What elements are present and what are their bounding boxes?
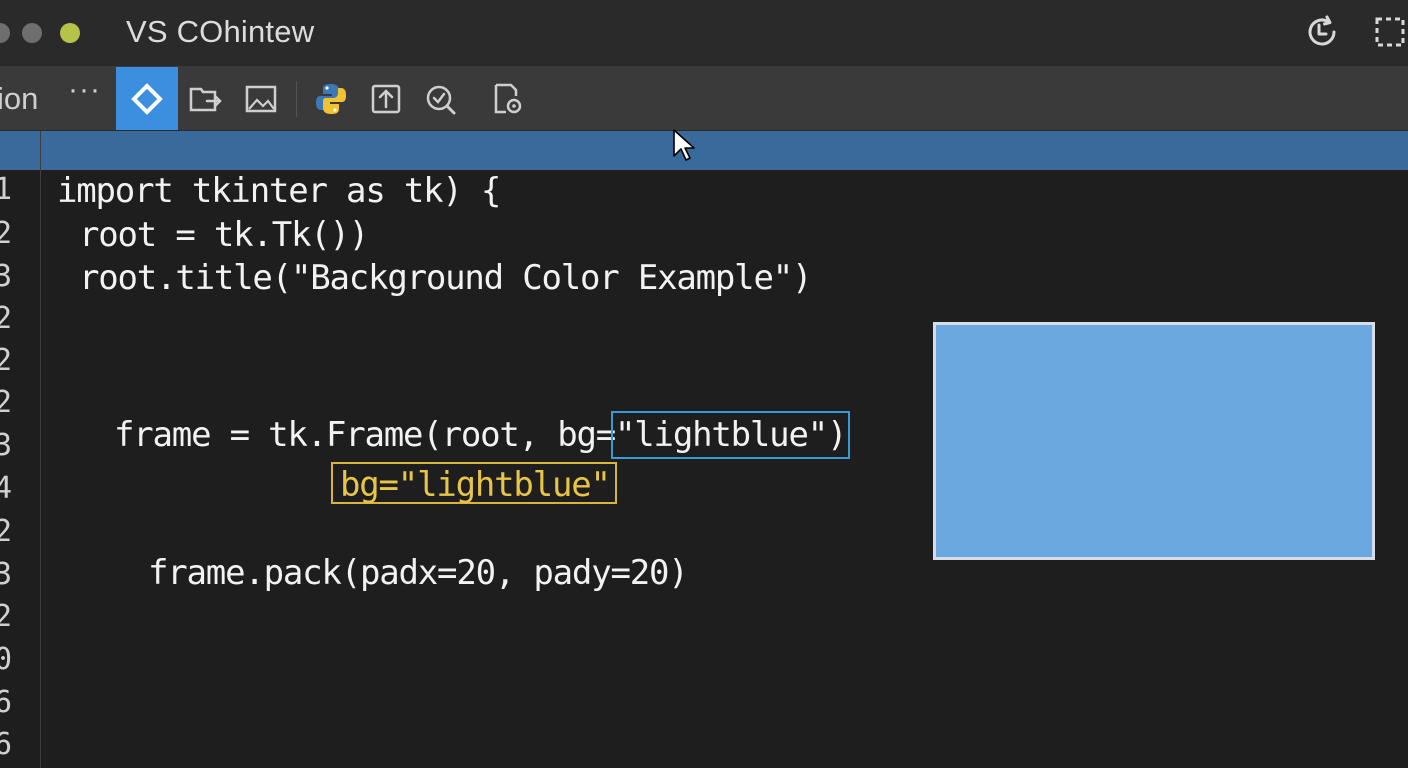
active-line-highlight <box>0 131 1408 170</box>
code-line-pack[interactable]: frame.pack(padx=20, pady=20) <box>148 553 689 593</box>
line-number: 3 <box>0 259 13 294</box>
search-refresh-icon[interactable] <box>410 67 472 130</box>
image-frame-icon[interactable] <box>230 67 292 130</box>
selection-frame-icon[interactable] <box>1372 14 1408 50</box>
gutter-divider <box>40 131 41 768</box>
export-folder-icon[interactable] <box>174 67 236 130</box>
inline-hint-text: bg="lightblue" <box>340 465 611 505</box>
line-number: 2 <box>0 385 13 420</box>
upload-icon[interactable] <box>355 67 417 130</box>
line-number: 6 <box>0 727 13 762</box>
line-number: 2 <box>0 301 13 336</box>
line-number: 3 <box>0 557 13 592</box>
toolbar: ion ··· <box>0 67 1408 131</box>
selected-bg-value[interactable]: "lightblue") <box>611 411 851 459</box>
toolbar-divider <box>296 81 297 117</box>
history-icon[interactable] <box>1304 14 1340 50</box>
line-number: 4 <box>0 471 13 506</box>
maximize-window-button[interactable] <box>60 23 80 43</box>
inline-hint-box: bg="lightblue" <box>331 462 617 505</box>
line-number: 2 <box>0 514 13 549</box>
line-number: 2 <box>0 216 13 251</box>
window-title: VS COhintew <box>126 14 315 49</box>
close-window-button[interactable] <box>0 23 10 43</box>
lightblue-frame-preview <box>933 322 1375 560</box>
code-frame-prefix: frame = tk.Frame(root, bg= <box>114 415 616 455</box>
diamond-icon[interactable] <box>116 67 178 130</box>
code-line-root[interactable]: root = tk.Tk()) <box>79 215 369 255</box>
minimize-window-button[interactable] <box>22 23 42 43</box>
python-icon[interactable] <box>300 67 362 130</box>
line-number: 2 <box>0 599 13 634</box>
document-settings-icon[interactable] <box>476 67 538 130</box>
code-line-title[interactable]: root.title("Background Color Example") <box>79 258 812 298</box>
mouse-pointer-icon <box>672 128 696 164</box>
code-line-frame[interactable]: frame = tk.Frame(root, bg="lightblue") <box>114 411 851 459</box>
code-line-import[interactable]: import tkinter as tk) { <box>57 171 501 211</box>
toolbar-section-label: ion <box>0 81 39 116</box>
title-bar: VS COhintew <box>0 0 1408 67</box>
line-number: 3 <box>0 428 13 463</box>
more-options-button[interactable]: ··· <box>68 73 101 107</box>
line-number: 2 <box>0 343 13 378</box>
line-number: 0 <box>0 642 13 677</box>
line-number: 6 <box>0 685 13 720</box>
line-number: 1 <box>0 172 13 207</box>
